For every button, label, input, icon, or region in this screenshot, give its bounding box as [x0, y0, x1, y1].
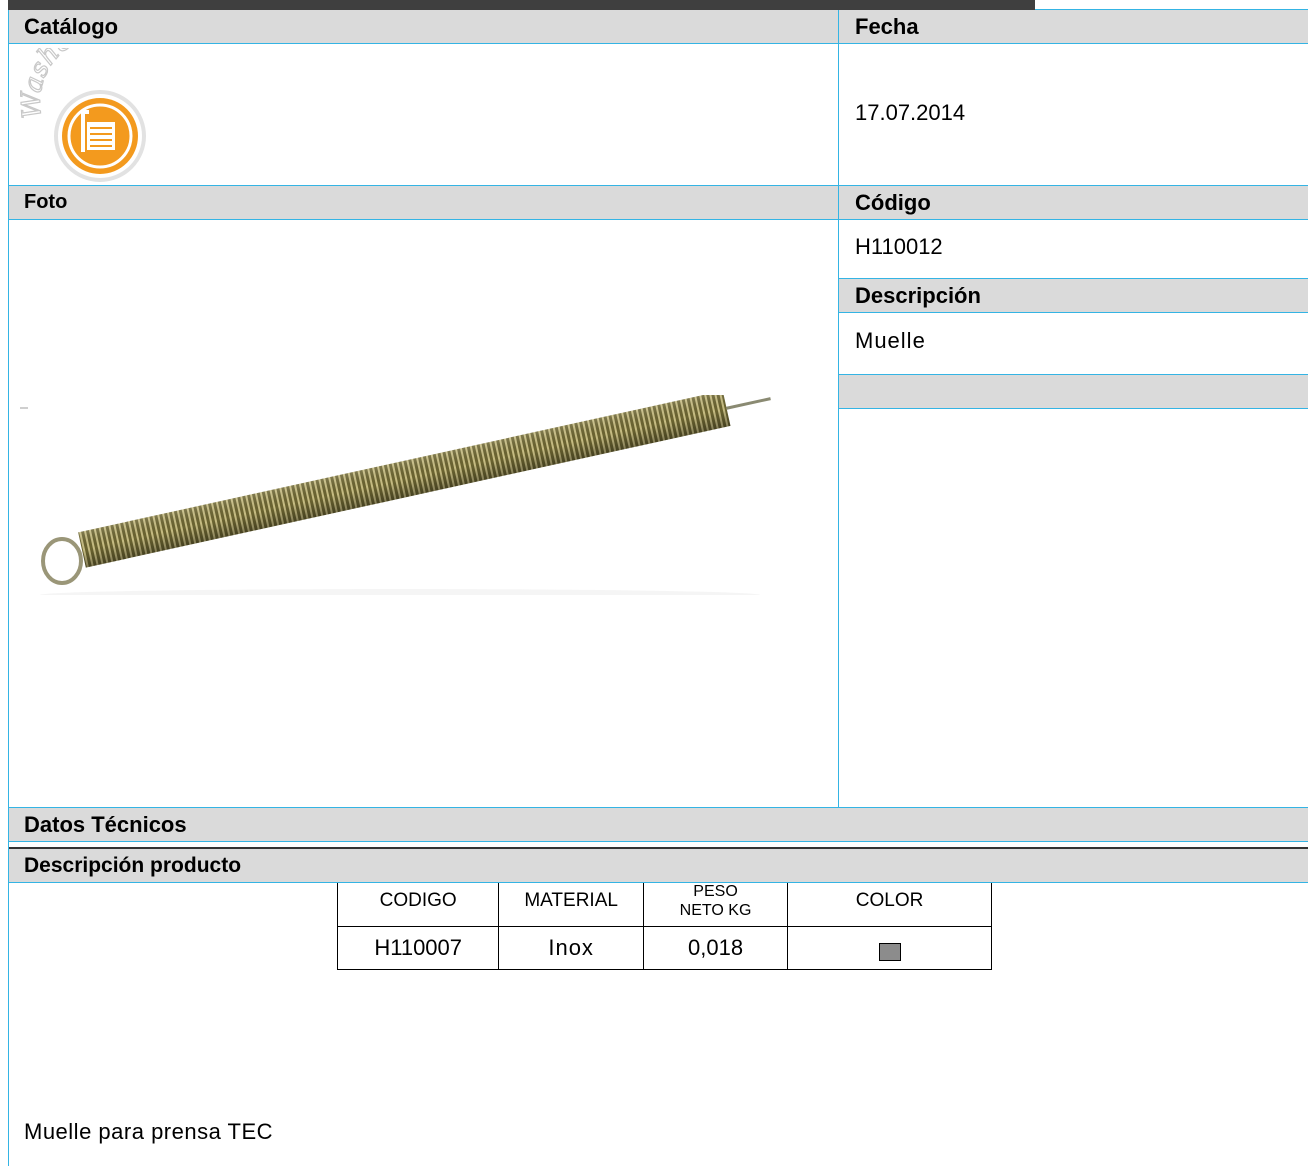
top-bar: [8, 0, 1035, 10]
table-row: H110007 Inox 0,018: [336, 926, 992, 970]
tech-label: Datos Técnicos: [24, 812, 187, 837]
product-description-label: Descripción producto: [24, 854, 242, 877]
empty-header-bar: [839, 375, 1308, 408]
description-header: Descripción: [839, 279, 1308, 312]
code-value: H110012: [855, 234, 943, 259]
col-codigo: CODIGO: [336, 875, 500, 927]
cell-color: [787, 926, 992, 970]
col-peso: PESO NETO KG: [642, 875, 789, 927]
code-header: Código: [839, 186, 1308, 219]
catalog-label: Catálogo: [24, 14, 119, 39]
rule-2: [8, 185, 1308, 186]
cell-material: Inox: [498, 926, 644, 970]
left-border: [8, 10, 9, 1166]
date-value: 17.07.2014: [855, 100, 966, 125]
color-swatch: [878, 943, 901, 962]
photo-header: Foto: [8, 186, 838, 219]
tech-table-header-row: CODIGO MATERIAL PESO NETO KG COLOR: [336, 875, 992, 927]
cell-codigo: H110007: [336, 926, 500, 970]
catalog-header: Catálogo: [8, 10, 838, 43]
photo-label: Foto: [24, 191, 68, 213]
col-material: MATERIAL: [498, 875, 644, 927]
wash-and-go-logo: Wash&Go: [16, 12, 180, 183]
product-description-value: Muelle para prensa TEC: [24, 1119, 274, 1144]
col-color: COLOR: [787, 875, 992, 927]
rule-10: [8, 882, 1308, 883]
rule-3: [8, 219, 1308, 220]
rule-8: [8, 807, 1308, 808]
tech-header: Datos Técnicos: [8, 808, 1308, 841]
description-value: Muelle: [855, 328, 926, 353]
tech-table: CODIGO MATERIAL PESO NETO KG COLOR H11000…: [336, 875, 992, 970]
rule-4: [839, 278, 1308, 279]
rule-9: [8, 841, 1308, 842]
date-header: Fecha: [839, 10, 1308, 43]
spring-photo: [20, 390, 800, 601]
date-label: Fecha: [855, 14, 919, 39]
rule-7: [839, 408, 1308, 409]
description-label: Descripción: [855, 283, 981, 308]
rule-5: [839, 312, 1308, 313]
cell-peso: 0,018: [642, 926, 789, 970]
code-label: Código: [855, 190, 931, 215]
header-top-rule: [1035, 9, 1308, 10]
product-description-header: Descripción producto: [8, 849, 1308, 882]
column-divider: [838, 10, 839, 808]
rule-6: [839, 374, 1308, 375]
rule-1: [8, 43, 1308, 44]
